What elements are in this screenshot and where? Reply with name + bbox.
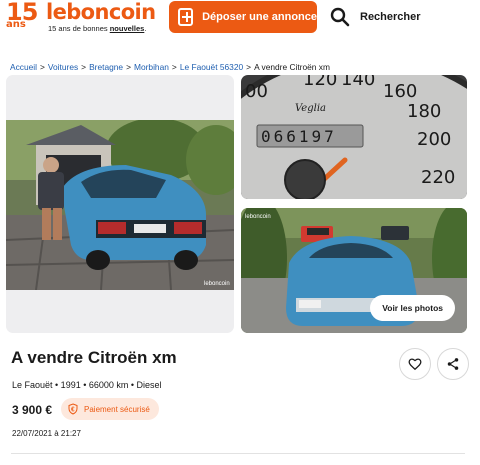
shield-euro-icon xyxy=(68,403,78,415)
breadcrumb-link-category[interactable]: Voitures xyxy=(48,62,78,72)
leboncoin-logo[interactable]: 15 ans leboncoin 15 ans de bonnes nouvel… xyxy=(4,0,156,36)
plus-square-icon xyxy=(178,8,194,26)
breadcrumb-link-city[interactable]: Le Faouët 56320 xyxy=(180,62,243,72)
breadcrumb-separator: > xyxy=(81,62,87,72)
listing-price: 3 900 € xyxy=(12,403,53,417)
svg-text:140: 140 xyxy=(341,75,375,90)
svg-text:200: 200 xyxy=(417,129,451,150)
svg-text:220: 220 xyxy=(421,167,455,188)
svg-text:160: 160 xyxy=(383,81,417,102)
breadcrumb-separator: > xyxy=(246,62,252,72)
svg-text:00: 00 xyxy=(245,81,268,102)
see-photos-button[interactable]: Voir les photos xyxy=(370,295,455,321)
breadcrumb-separator: > xyxy=(40,62,45,72)
magnifier-icon xyxy=(330,7,350,27)
photo-watermark: leboncoin xyxy=(204,281,230,287)
share-icon xyxy=(447,358,459,370)
side-photo-front[interactable]: leboncoin Voir les photos xyxy=(241,208,467,333)
side-photo-odometer[interactable]: 120 140 160 180 200 220 00 066197 Veglia xyxy=(241,75,467,199)
listing-details: Le Faouët • 1991 • 66000 km • Diesel xyxy=(12,380,162,390)
svg-text:180: 180 xyxy=(407,101,441,122)
breadcrumb: Accueil > Voitures > Bretagne > Morbihan > Le Fa… xyxy=(10,62,330,72)
car-rear-photo: leboncoin xyxy=(6,120,234,290)
odometer-photo: 120 140 160 180 200 220 00 066197 Veglia xyxy=(241,75,467,199)
breadcrumb-separator: > xyxy=(126,62,131,72)
share-button[interactable] xyxy=(437,348,469,380)
main-photo[interactable]: leboncoin xyxy=(6,75,234,333)
search-button[interactable]: Rechercher xyxy=(330,5,421,29)
search-label: Rechercher xyxy=(360,11,421,23)
svg-text:Veglia: Veglia xyxy=(295,103,326,114)
secure-payment-label: Paiement sécurisé xyxy=(84,404,150,414)
breadcrumb-separator: > xyxy=(171,62,177,72)
logo-wordmark: leboncoin xyxy=(46,0,156,24)
breadcrumb-link-home[interactable]: Accueil xyxy=(10,62,37,72)
breadcrumb-current: A vendre Citroën xm xyxy=(254,62,330,72)
odometer-digits: 066197 xyxy=(261,127,337,146)
listing-date: 22/07/2021 à 21:27 xyxy=(12,429,81,438)
listing-title: A vendre Citroën xm xyxy=(11,348,177,367)
heart-icon xyxy=(408,358,422,371)
section-divider xyxy=(11,453,465,454)
favorite-button[interactable] xyxy=(399,348,431,380)
breadcrumb-link-region[interactable]: Bretagne xyxy=(89,62,123,72)
secure-payment-badge[interactable]: Paiement sécurisé xyxy=(61,398,159,420)
post-ad-button[interactable]: Déposer une annonce xyxy=(169,1,317,33)
site-header: 15 ans leboncoin 15 ans de bonnes nouvel… xyxy=(0,0,480,36)
svg-text:120: 120 xyxy=(303,75,337,90)
logo-tagline: 15 ans de bonnes nouvelles. xyxy=(48,24,147,33)
breadcrumb-link-department[interactable]: Morbihan xyxy=(134,62,169,72)
post-ad-label: Déposer une annonce xyxy=(202,11,317,23)
logo-anniversary-ans: ans xyxy=(6,19,26,30)
photo-watermark: leboncoin xyxy=(245,214,271,220)
